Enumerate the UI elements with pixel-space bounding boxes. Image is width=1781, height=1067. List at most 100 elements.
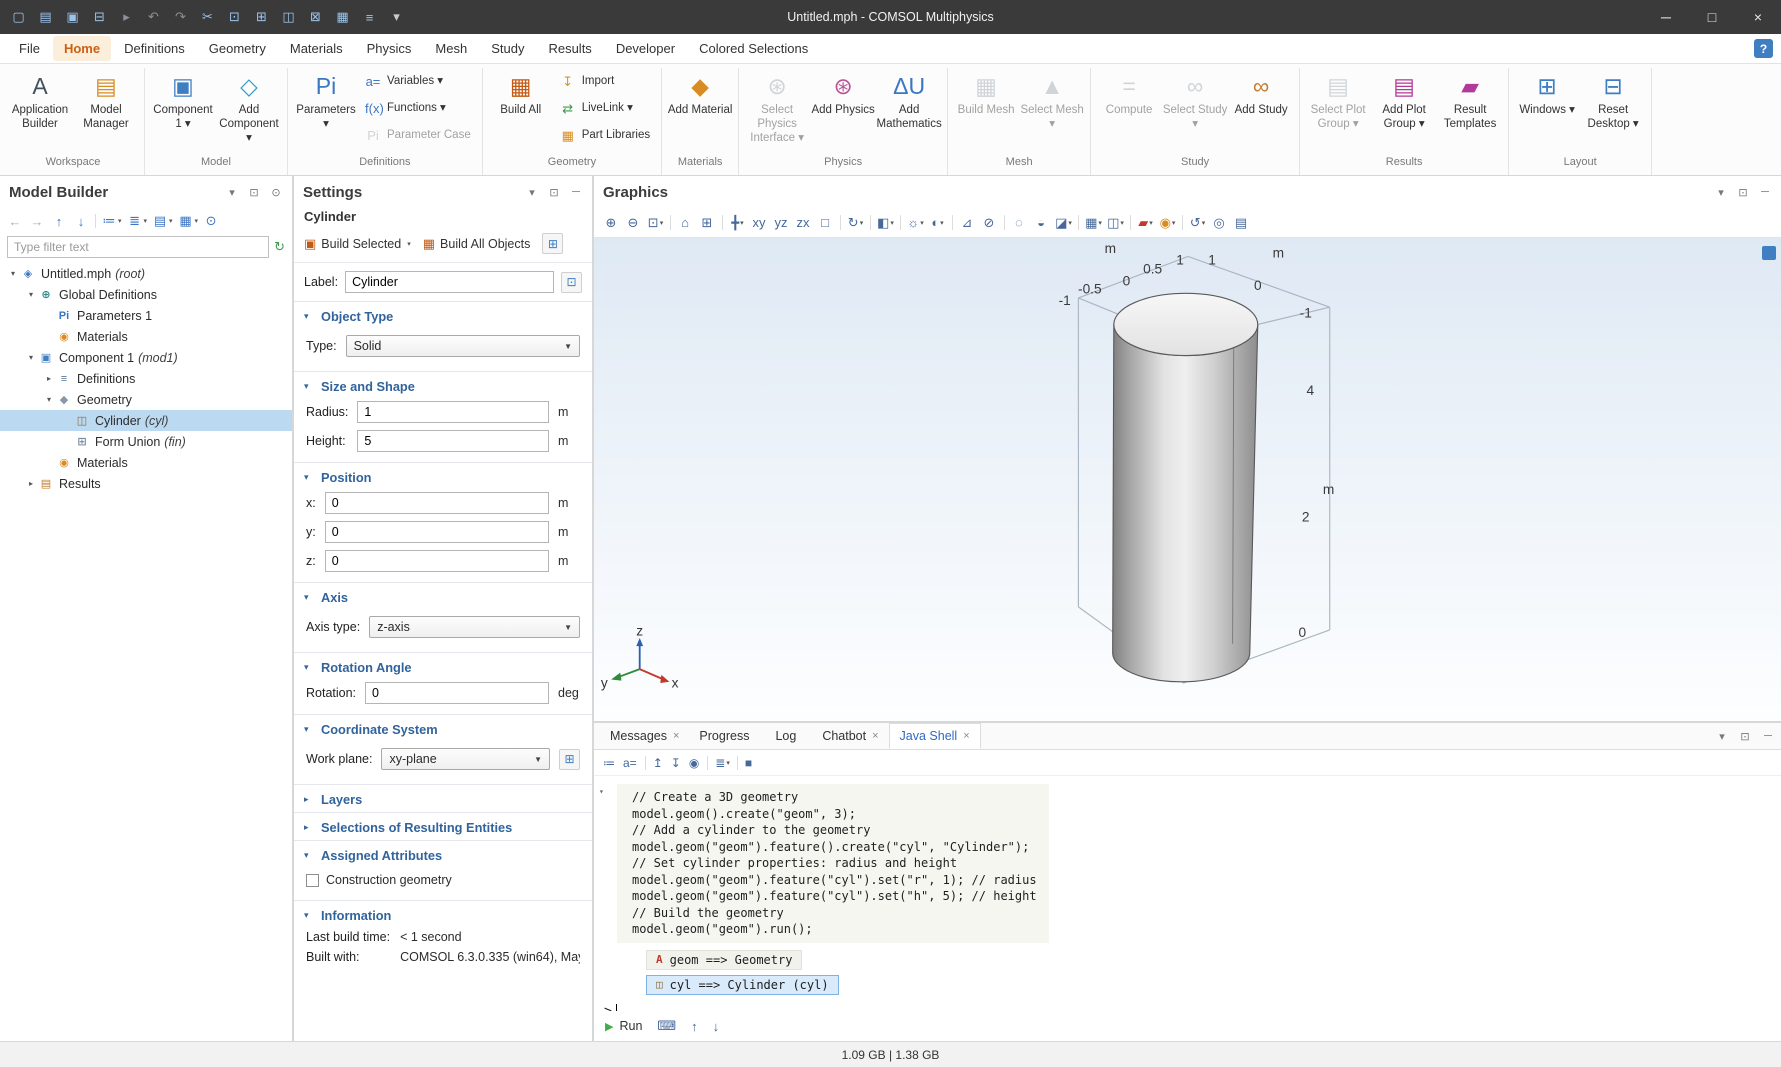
show-options-icon[interactable]: ≔▾ (101, 213, 122, 229)
tree-item-materials-component[interactable]: ◉ Materials (0, 452, 292, 473)
expander-icon[interactable]: ▾ (42, 395, 56, 404)
select-study-button[interactable]: ∞Select Study ▾ (1162, 68, 1228, 152)
tree-filter-input[interactable] (7, 236, 269, 258)
add-plot-group-button[interactable]: ▤Add Plot Group ▾ (1371, 68, 1437, 152)
plot-appearance-icon[interactable]: ◧▾ (875, 212, 896, 234)
tree-item-materials-global[interactable]: ◉ Materials (0, 326, 292, 347)
section-header[interactable]: ▸Selections of Resulting Entities (294, 813, 592, 840)
refresh-plot-icon[interactable]: ↻▾ (845, 212, 866, 234)
pin-icon[interactable]: ⊙ (203, 213, 220, 229)
tab-results[interactable]: Results (537, 36, 602, 61)
select-physics-interface-button[interactable]: ⊛Select Physics Interface ▾ (744, 68, 810, 152)
build-options-icon[interactable]: ⊞ (542, 233, 563, 254)
save-icon[interactable]: ▣ (60, 5, 85, 30)
maximize-button[interactable]: □ (1689, 0, 1735, 34)
undo-icon[interactable]: ↶ (141, 5, 166, 30)
create-selection-icon[interactable]: ⊡ (561, 272, 582, 293)
close-tab-icon[interactable]: × (872, 730, 878, 742)
close-tab-icon[interactable]: × (673, 730, 679, 742)
tab-file[interactable]: File (8, 36, 51, 61)
tab-colored-selections[interactable]: Colored Selections (688, 36, 819, 61)
expander-icon[interactable]: ▾ (24, 353, 38, 362)
history-up-icon[interactable]: ↑ (691, 1019, 698, 1034)
move-bottom-icon[interactable]: ↧ (671, 756, 682, 770)
help-icon[interactable]: ? (1754, 39, 1773, 58)
move-down-icon[interactable]: ↓ (73, 214, 90, 229)
select-mesh-button[interactable]: ▲Select Mesh ▾ (1019, 68, 1085, 152)
delete-icon[interactable]: ⊠ (303, 5, 328, 30)
new-model-icon[interactable]: ▢ (6, 5, 31, 30)
zoom-out-icon[interactable]: ⊖ (623, 212, 644, 234)
tab-java-shell[interactable]: Java Shell × (889, 723, 981, 749)
section-header[interactable]: ▾Axis (294, 583, 592, 610)
parameters-button[interactable]: PiParameters ▾ (293, 68, 359, 152)
tab-study[interactable]: Study (480, 36, 535, 61)
split-view-icon[interactable]: ◫▾ (1105, 212, 1126, 234)
tree-item-component-1[interactable]: ▾ ▣ Component 1 (mod1) (0, 347, 292, 368)
float-panel-icon[interactable]: ⊡ (1738, 730, 1752, 743)
redo-icon[interactable]: ↷ (168, 5, 193, 30)
tab-definitions[interactable]: Definitions (113, 36, 196, 61)
variables-button[interactable]: a=Variables ▾ (359, 68, 477, 95)
tree-item-results[interactable]: ▸ ▤ Results (0, 473, 292, 494)
cut-icon[interactable]: ✂ (195, 5, 220, 30)
minimize-panel-icon[interactable]: ─ (1761, 730, 1775, 743)
field-input[interactable] (325, 521, 549, 543)
select-icon[interactable]: ⊿ (957, 212, 978, 234)
windows-button[interactable]: ⊞Windows ▾ (1514, 68, 1580, 152)
watch-expressions-icon[interactable]: ◉ (689, 756, 700, 770)
new-expression-icon[interactable]: ≔ (603, 756, 616, 770)
part-libraries-button[interactable]: ▦Part Libraries (554, 122, 656, 149)
tab-materials[interactable]: Materials (279, 36, 354, 61)
model-manager-open-icon[interactable]: ⊟ (87, 5, 112, 30)
add-study-button[interactable]: ∞Add Study (1228, 68, 1294, 152)
line-wrap-icon[interactable]: ≣▾ (715, 756, 730, 770)
tab-developer[interactable]: Developer (605, 36, 686, 61)
add-mathematics-button[interactable]: ΔUAdd Mathematics (876, 68, 942, 152)
docked-window-icon[interactable] (1762, 246, 1776, 260)
selection-color-icon[interactable]: ◉▾ (1157, 212, 1178, 234)
section-header[interactable]: ▾Information (294, 901, 592, 928)
work-plane-select[interactable]: xy-plane▼ (381, 748, 550, 770)
panel-menu-icon[interactable]: ▾ (225, 186, 239, 199)
functions-button[interactable]: f(x)Functions ▾ (359, 95, 477, 122)
go-to-default-view-icon[interactable]: ⌂ (675, 212, 696, 234)
output-geom[interactable]: A geom ==> Geometry (646, 950, 802, 970)
close-tab-icon[interactable]: × (963, 730, 969, 742)
reset-desktop-button[interactable]: ⊟Reset Desktop ▾ (1580, 68, 1646, 152)
section-header[interactable]: ▾Size and Shape (294, 372, 592, 399)
tab-home[interactable]: Home (53, 36, 111, 61)
transparency-icon[interactable]: ◒ (1031, 212, 1052, 234)
copy-icon[interactable]: ⊡ (222, 5, 247, 30)
output-cyl[interactable]: ◫ cyl ==> Cylinder (cyl) (646, 975, 839, 995)
tab-messages[interactable]: Messages × (600, 723, 689, 749)
add-component-button[interactable]: ◇Add Component ▾ (216, 68, 282, 152)
hide-selected-icon[interactable]: ◌ (1009, 212, 1030, 234)
field-input[interactable] (357, 401, 549, 423)
duplicate-icon[interactable]: ◫ (276, 5, 301, 30)
tab-physics[interactable]: Physics (356, 36, 423, 61)
result-templates-button[interactable]: ▰Result Templates (1437, 68, 1503, 152)
keyboard-icon[interactable]: ⌨ (657, 1018, 676, 1034)
select-plot-group-button[interactable]: ▤Select Plot Group ▾ (1305, 68, 1371, 152)
section-header[interactable]: ▾Rotation Angle (294, 653, 592, 680)
build-all-quick-icon[interactable]: ▦ (330, 5, 355, 30)
application-builder-button[interactable]: AApplication Builder (7, 68, 73, 152)
field-input[interactable] (357, 430, 549, 452)
tab-chatbot[interactable]: Chatbot × (812, 723, 888, 749)
camera-icon[interactable]: □ (815, 212, 836, 234)
expander-icon[interactable]: ▸ (42, 374, 56, 383)
float-panel-icon[interactable]: ⊡ (247, 186, 261, 199)
add-material-button[interactable]: ◆Add Material (667, 68, 733, 152)
deselect-icon[interactable]: ⊘ (979, 212, 1000, 234)
add-physics-button[interactable]: ⊛Add Physics (810, 68, 876, 152)
close-panel-icon[interactable]: ─ (569, 186, 583, 199)
tree-item-parameters-1[interactable]: Pi Parameters 1 (0, 305, 292, 326)
history-down-icon[interactable]: ↓ (713, 1019, 720, 1034)
run-button[interactable]: ▶ Run (605, 1019, 642, 1033)
tree-item-root[interactable]: ▾ ◈ Untitled.mph (root) (0, 263, 292, 284)
tree-item-form-union[interactable]: ⊞ Form Union (fin) (0, 431, 292, 452)
field-input[interactable] (325, 492, 549, 514)
cylinder-geometry[interactable] (1113, 293, 1258, 681)
update-view-icon[interactable]: ↺▾ (1187, 212, 1208, 234)
